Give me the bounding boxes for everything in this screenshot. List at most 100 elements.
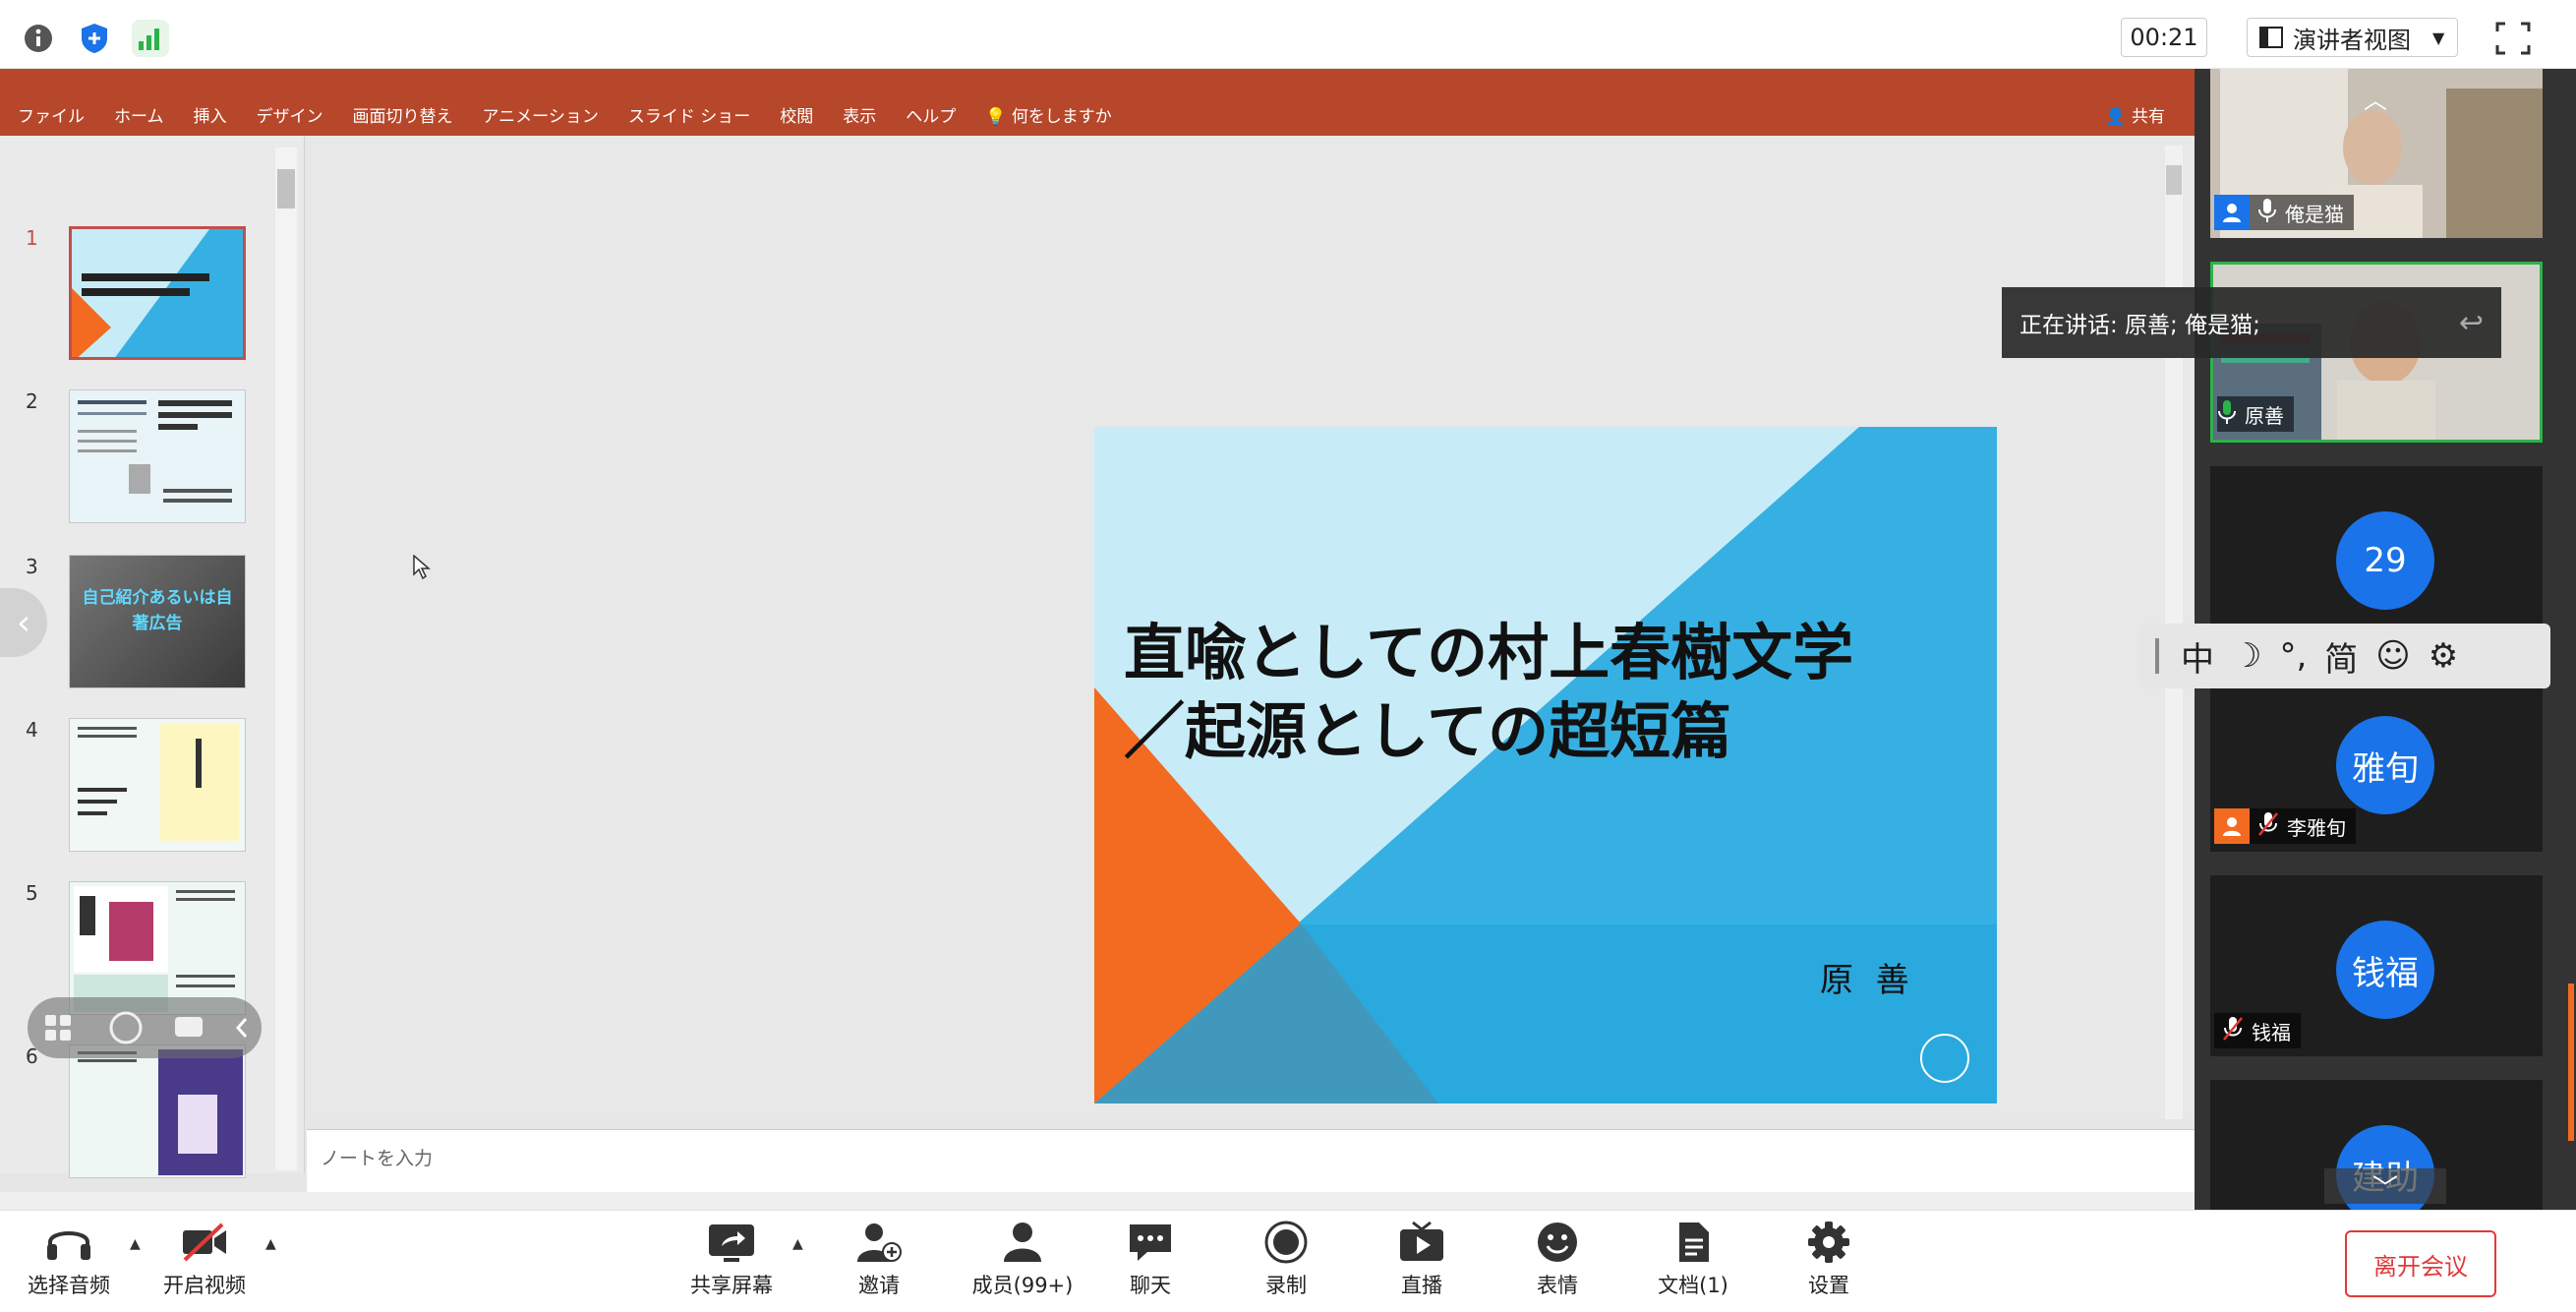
documents-label: 文档(1): [1658, 1274, 1728, 1297]
live-stream-icon: [1400, 1221, 1443, 1261]
slide-title-line1: 直喩としての村上春樹文学: [1124, 617, 1854, 688]
documents-button[interactable]: 文档(1): [1644, 1217, 1742, 1309]
participant-avatar: 钱福: [2336, 921, 2434, 1019]
view-mode-dropdown[interactable]: 演讲者视图 ▼: [2247, 18, 2458, 57]
microphone-muted-icon: [2214, 1016, 2244, 1046]
share-screen-label: 共享屏幕: [690, 1274, 773, 1297]
ime-chinese-mode[interactable]: 中: [2181, 632, 2214, 681]
slide-author: 原 善: [1820, 961, 1915, 1000]
audio-options-caret[interactable]: ▲: [130, 1236, 141, 1252]
record-label: 录制: [1265, 1274, 1307, 1297]
ppt-share-button[interactable]: 👤 共有: [2105, 102, 2165, 127]
speaking-indicator: 正在讲话: 原善; 俺是猫; ↩: [2002, 287, 2501, 358]
chat-label: 聊天: [1130, 1274, 1171, 1297]
meeting-top-bar: 00:21 演讲者视图 ▼: [0, 0, 2576, 69]
person-icon: 👤: [2105, 107, 2132, 127]
speaker-view-icon: [2259, 27, 2283, 48]
audio-button[interactable]: 选择音频: [20, 1217, 118, 1309]
meeting-toolbar: 选择音频 ▲ 开启视频 ▲ 共享屏幕 ▲ 邀请 成员(99+) 聊天 录制 直播…: [0, 1210, 2576, 1312]
ime-punctuation-icon[interactable]: °,: [2279, 636, 2307, 676]
thumbnail-scrollbar[interactable]: [275, 148, 297, 1170]
menu-review[interactable]: 校閲: [780, 102, 813, 127]
menu-home[interactable]: ホーム: [114, 102, 164, 127]
menu-slideshow[interactable]: スライド ショー: [628, 102, 750, 127]
scroll-thumb[interactable]: [277, 169, 295, 209]
host-icon: [2214, 195, 2250, 230]
video-tile-6[interactable]: 建助 ﹀: [2210, 1080, 2543, 1210]
reply-arrow-icon[interactable]: ↩: [2459, 306, 2484, 340]
record-button[interactable]: 录制: [1237, 1217, 1335, 1309]
share-screen-button[interactable]: 共享屏幕: [682, 1217, 781, 1309]
slide-thumbnail-4[interactable]: [69, 718, 246, 852]
chevron-up-icon[interactable]: ︿: [2364, 81, 2387, 115]
audio-label: 选择音频: [28, 1274, 110, 1297]
invite-button[interactable]: 邀请: [830, 1217, 928, 1309]
menu-transitions[interactable]: 画面切り替え: [353, 102, 453, 127]
share-options-caret[interactable]: ▲: [792, 1236, 803, 1252]
members-icon: [1004, 1223, 1041, 1262]
invite-label: 邀请: [858, 1274, 900, 1297]
video-label: 开启视频: [163, 1274, 246, 1297]
members-button[interactable]: 成员(99+): [966, 1217, 1080, 1309]
add-person-icon: [857, 1223, 902, 1262]
participant-avatar: 雅旬: [2336, 716, 2434, 814]
video-button[interactable]: 开启视频: [155, 1217, 254, 1309]
settings-label: 设置: [1808, 1274, 1849, 1297]
ime-emoji-icon[interactable]: ☺: [2375, 636, 2410, 676]
chevron-left-icon: ‹: [16, 602, 31, 643]
notes-field[interactable]: ノートを入力: [307, 1129, 2195, 1194]
ime-simplified-mode[interactable]: 简: [2324, 632, 2358, 681]
slide-thumbnail-3[interactable]: 自己紹介あるいは自著広告: [69, 555, 246, 688]
info-icon[interactable]: [20, 20, 57, 57]
video-options-caret[interactable]: ▲: [265, 1236, 276, 1252]
menu-file[interactable]: ファイル: [18, 102, 85, 127]
scroll-down-button[interactable]: ﹀: [2324, 1168, 2446, 1204]
camera-off-icon: [183, 1223, 226, 1262]
chat-button[interactable]: 聊天: [1101, 1217, 1200, 1309]
network-signal-icon[interactable]: [132, 20, 169, 57]
video-tile-3[interactable]: 29: [2210, 466, 2543, 647]
slide-thumbnail-6[interactable]: [69, 1044, 246, 1178]
participant-name: 俺是猫: [2285, 202, 2344, 226]
fullscreen-icon: [2495, 22, 2531, 55]
menu-help[interactable]: ヘルプ: [906, 102, 956, 127]
menu-tell-me[interactable]: 💡 何をしますか: [985, 102, 1112, 127]
mouse-pointer-icon: [413, 554, 432, 584]
slide-thumbnail-2[interactable]: [69, 389, 246, 523]
slide-thumbnail-5[interactable]: [69, 881, 246, 1015]
chevron-down-icon: ﹀: [2371, 1173, 2398, 1204]
slide-thumbnail-1[interactable]: [69, 226, 246, 360]
reactions-button[interactable]: 表情: [1508, 1217, 1607, 1309]
current-slide[interactable]: 直喩としての村上春樹文学 ／起源としての超短篇 原 善: [1094, 427, 1997, 1103]
headset-icon: [47, 1231, 90, 1260]
microphone-active-icon: [2217, 399, 2237, 430]
meeting-timer: 00:21: [2121, 18, 2207, 57]
video-tile-4[interactable]: 雅旬 李雅旬: [2210, 671, 2543, 852]
menu-view[interactable]: 表示: [843, 102, 876, 127]
video-tile-5[interactable]: 钱福 钱福: [2210, 875, 2543, 1056]
ime-settings-icon[interactable]: ⚙: [2429, 636, 2458, 676]
canvas-scroll-thumb[interactable]: [2166, 165, 2182, 195]
menu-design[interactable]: デザイン: [257, 102, 323, 127]
participant-name: 李雅旬: [2287, 815, 2346, 840]
participant-name: 钱福: [2252, 1020, 2291, 1044]
video-tile-1[interactable]: ︿ 俺是猫: [2210, 69, 2543, 238]
floating-control-bar[interactable]: [28, 997, 262, 1058]
participant-name: 原善: [2245, 403, 2284, 428]
menu-insert[interactable]: 挿入: [194, 102, 227, 127]
settings-button[interactable]: 设置: [1780, 1217, 1878, 1309]
fullscreen-button[interactable]: [2495, 22, 2531, 55]
security-shield-icon[interactable]: [76, 20, 113, 57]
participant-avatar: 29: [2336, 511, 2434, 610]
speaking-text: 正在讲话: 原善; 俺是猫;: [2020, 313, 2260, 338]
leave-meeting-button[interactable]: 离开会议: [2345, 1230, 2496, 1297]
ime-toolbar: 中 ☽ °, 简 ☺ ⚙: [2137, 624, 2550, 688]
menu-animations[interactable]: アニメーション: [483, 102, 599, 127]
participant-name-chip: 李雅旬: [2214, 808, 2356, 844]
ime-halfwidth-icon[interactable]: ☽: [2232, 636, 2261, 676]
gear-icon: [1808, 1222, 1849, 1263]
drag-handle-icon[interactable]: [2155, 638, 2159, 674]
shared-screen: ファイル ホーム 挿入 デザイン 画面切り替え アニメーション スライド ショー…: [0, 69, 2195, 1210]
live-button[interactable]: 直播: [1373, 1217, 1471, 1309]
panel-scrollbar[interactable]: [2568, 984, 2574, 1141]
